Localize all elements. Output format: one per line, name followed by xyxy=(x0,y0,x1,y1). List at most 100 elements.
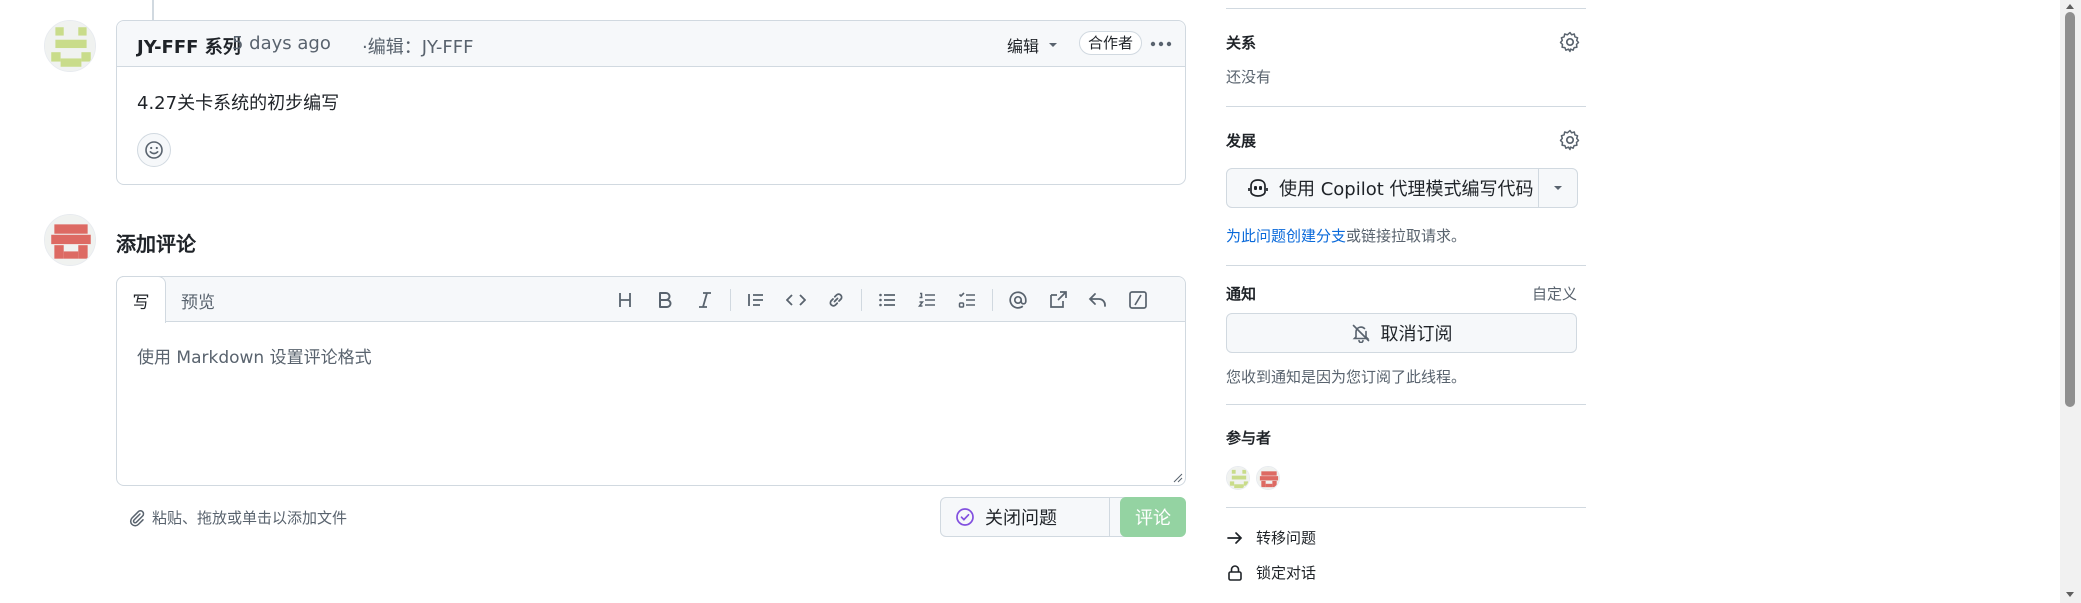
notifications-heading: 通知 xyxy=(1226,285,1257,303)
bold-button[interactable] xyxy=(645,285,685,315)
copilot-agent-button[interactable]: 使用 Copilot 代理模式编写代码 xyxy=(1226,168,1539,208)
slash-command-button[interactable] xyxy=(1118,285,1158,315)
notification-reason: 您收到通知是因为您订阅了此线程。 xyxy=(1226,368,1467,386)
task-list-button[interactable] xyxy=(947,285,987,315)
mention-icon xyxy=(1009,291,1027,309)
scrollbar-thumb[interactable] xyxy=(2065,12,2075,407)
saved-reply-button[interactable] xyxy=(1078,285,1118,315)
comment-timestamp[interactable]: 5 days ago xyxy=(232,33,331,54)
copilot-label: 使用 Copilot 代理模式编写代码 xyxy=(1279,179,1534,200)
link-button[interactable] xyxy=(816,285,856,315)
close-issue-button[interactable]: 关闭问题 xyxy=(940,497,1110,537)
sidebar-divider xyxy=(1226,8,1586,9)
saved-reply-icon xyxy=(1088,293,1106,307)
paperclip-icon xyxy=(129,509,145,526)
check-circle-icon xyxy=(956,508,974,526)
customize-notifications-link[interactable]: 自定义 xyxy=(1532,283,1577,304)
identicon-red xyxy=(45,215,95,265)
markdown-toolbar xyxy=(605,285,1158,315)
ordered-list-button[interactable] xyxy=(907,285,947,315)
attach-files-label: 粘贴、拖放或单击以添加文件 xyxy=(152,509,348,527)
unsubscribe-button[interactable]: 取消订阅 xyxy=(1226,313,1577,353)
quote-icon xyxy=(748,294,763,306)
create-branch-link[interactable]: 为此问题创建分支 xyxy=(1226,227,1346,245)
identicon-red xyxy=(1257,467,1279,489)
issue-comment: JY-FFF 系列 5 days ago ·编辑：JY-FFF 编辑 合作者 4… xyxy=(116,20,1186,185)
create-branch-suffix: 或链接拉取请求。 xyxy=(1346,227,1467,245)
cross-reference-icon xyxy=(1050,291,1067,308)
edit-history-label: 编辑 xyxy=(1007,37,1040,56)
tab-write[interactable]: 写 xyxy=(116,276,166,323)
close-issue-label: 关闭问题 xyxy=(985,508,1057,529)
avatar[interactable] xyxy=(44,20,96,72)
heading-icon xyxy=(619,293,631,307)
sidebar-divider xyxy=(1226,265,1586,266)
italic-button[interactable] xyxy=(685,285,725,315)
quote-button[interactable] xyxy=(736,285,776,315)
comment-textarea[interactable]: 使用 Markdown 设置评论格式 xyxy=(137,343,372,368)
code-button[interactable] xyxy=(776,285,816,315)
copilot-options-button[interactable] xyxy=(1538,168,1578,208)
heading-button[interactable] xyxy=(605,285,645,315)
participants-heading: 参与者 xyxy=(1226,429,1272,447)
gear-icon xyxy=(1559,31,1580,53)
edit-history-dropdown[interactable]: 编辑 xyxy=(1007,33,1059,57)
lock-icon xyxy=(1228,564,1242,581)
chevron-down-icon xyxy=(1554,186,1562,190)
toolbar-separator xyxy=(730,289,731,311)
comment-header: JY-FFF 系列 5 days ago ·编辑：JY-FFF 编辑 合作者 xyxy=(117,21,1185,67)
unordered-list-button[interactable] xyxy=(867,285,907,315)
chevron-down-icon xyxy=(1049,43,1058,47)
task-list-icon xyxy=(958,292,975,308)
link-icon xyxy=(829,293,843,307)
slash-command-icon xyxy=(1129,291,1147,309)
gear-icon xyxy=(1559,129,1580,151)
bold-icon xyxy=(659,292,672,308)
code-icon xyxy=(786,294,806,306)
toolbar-separator xyxy=(992,289,993,311)
comment-editor: 写 预览 使用 Markdown 设置评论格式 xyxy=(116,276,1186,486)
relations-value: 还没有 xyxy=(1226,68,1272,86)
edited-label[interactable]: ·编辑：JY-FFF xyxy=(362,33,473,59)
lock-conversation-label: 锁定对话 xyxy=(1256,564,1317,582)
tab-preview[interactable]: 预览 xyxy=(181,288,215,313)
participant-avatar[interactable] xyxy=(1226,466,1250,490)
relations-heading: 关系 xyxy=(1226,34,1257,52)
identicon-green xyxy=(1227,467,1249,489)
transfer-issue-button[interactable]: 转移问题 xyxy=(1226,527,1316,548)
resize-handle-icon[interactable] xyxy=(1173,473,1183,483)
timeline-line xyxy=(152,0,154,20)
relations-settings-button[interactable] xyxy=(1558,30,1582,54)
kebab-horizontal-icon xyxy=(1150,41,1172,47)
toolbar-separator xyxy=(861,289,862,311)
scroll-down-icon[interactable] xyxy=(2065,591,2075,599)
arrow-right-icon xyxy=(1227,531,1243,544)
unsubscribe-label: 取消订阅 xyxy=(1380,324,1453,345)
comment-options-button[interactable] xyxy=(1147,32,1175,56)
comment-author[interactable]: JY-FFF 系列 xyxy=(137,33,241,59)
transfer-issue-label: 转移问题 xyxy=(1256,529,1317,547)
comment-submit-button[interactable]: 评论 xyxy=(1120,497,1186,537)
role-badge: 合作者 xyxy=(1079,31,1143,55)
italic-icon xyxy=(699,292,711,308)
unordered-list-icon xyxy=(879,293,895,307)
comment-body: 4.27关卡系统的初步编写 xyxy=(137,93,340,114)
attach-files-button[interactable]: 粘贴、拖放或单击以添加文件 xyxy=(128,507,347,528)
editor-tabs: 写 预览 xyxy=(116,276,1185,323)
development-settings-button[interactable] xyxy=(1558,128,1582,152)
smiley-icon xyxy=(145,141,163,159)
avatar[interactable] xyxy=(44,214,96,266)
scroll-up-icon[interactable] xyxy=(2065,2,2075,10)
page-scrollbar[interactable] xyxy=(2060,0,2081,603)
sidebar-divider xyxy=(1226,106,1586,107)
participant-avatar[interactable] xyxy=(1256,466,1280,490)
add-reaction-button[interactable] xyxy=(137,133,171,167)
cross-reference-button[interactable] xyxy=(1038,285,1078,315)
lock-conversation-button[interactable]: 锁定对话 xyxy=(1226,562,1316,583)
create-branch-text: 为此问题创建分支或链接拉取请求。 xyxy=(1226,225,1466,246)
ordered-list-icon xyxy=(918,292,935,307)
mention-button[interactable] xyxy=(998,285,1038,315)
sidebar-divider xyxy=(1226,404,1586,405)
identicon-green xyxy=(45,21,95,71)
development-heading: 发展 xyxy=(1226,132,1257,150)
